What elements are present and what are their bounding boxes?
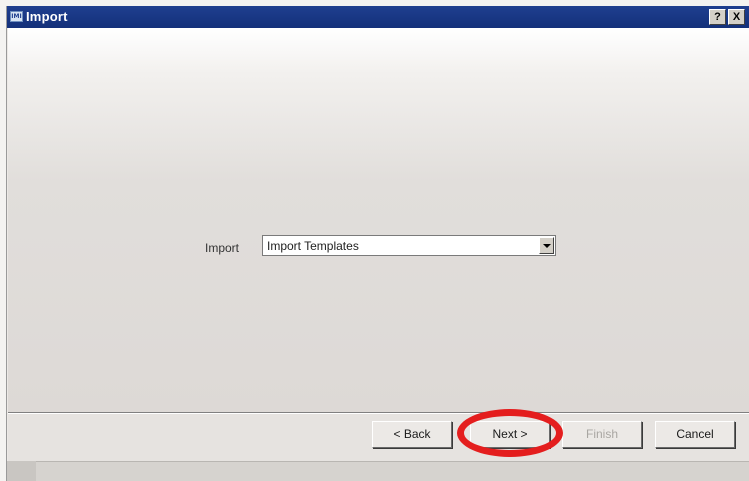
import-type-value: Import Templates bbox=[267, 239, 359, 253]
status-bar bbox=[36, 461, 749, 481]
next-button[interactable]: Next > bbox=[470, 421, 550, 448]
import-label: Import bbox=[205, 241, 240, 255]
dropdown-button[interactable] bbox=[539, 237, 554, 254]
status-bar-left bbox=[7, 461, 36, 481]
import-dialog: IMI Import ? X Import Import Templates <… bbox=[6, 6, 749, 481]
close-button[interactable]: X bbox=[728, 9, 745, 25]
back-button[interactable]: < Back bbox=[372, 421, 452, 448]
app-icon: IMI bbox=[10, 11, 23, 22]
chevron-down-icon bbox=[543, 244, 551, 248]
wizard-content: Import Import Templates bbox=[8, 28, 749, 412]
title-bar[interactable]: IMI Import ? X bbox=[7, 6, 749, 28]
finish-button[interactable]: Finish bbox=[562, 421, 642, 448]
help-button[interactable]: ? bbox=[709, 9, 726, 25]
import-type-dropdown[interactable]: Import Templates bbox=[262, 235, 556, 256]
window-title: Import bbox=[26, 9, 68, 24]
cancel-button[interactable]: Cancel bbox=[655, 421, 735, 448]
